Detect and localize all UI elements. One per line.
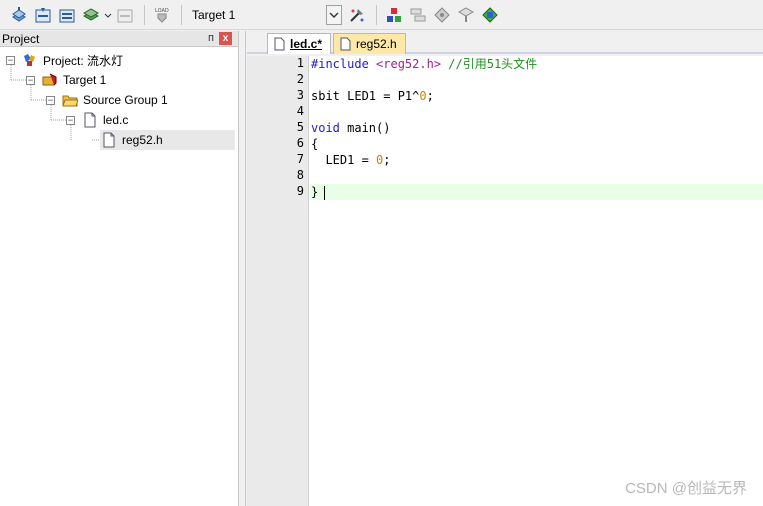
code-editor[interactable]: 1 2 3 4 5 6 7 8 9 #include <reg52.h> //引…: [247, 56, 763, 506]
tab-label: led.c*: [290, 37, 323, 51]
code-text: sbit LED1 = P1^: [311, 89, 420, 103]
uvision-window: LOAD Target 1 Project ᴨ x − Project: 流水灯…: [0, 0, 763, 506]
batch-build-icon[interactable]: [80, 4, 102, 26]
chevron-down-icon[interactable]: [104, 4, 112, 26]
code-text: ;: [426, 89, 434, 103]
line-number: 3: [296, 88, 304, 102]
select-packs-icon[interactable]: [431, 4, 453, 26]
toolbar: LOAD Target 1: [0, 0, 763, 30]
include-path: <reg52.h>: [376, 57, 442, 71]
code-line-3[interactable]: sbit LED1 = P1^0;: [310, 88, 763, 104]
code-line-2[interactable]: [310, 72, 763, 88]
rebuild-icon[interactable]: [56, 4, 78, 26]
code-text: ;: [383, 153, 391, 167]
toolbar-separator: [181, 4, 182, 25]
file-icon: [340, 37, 352, 54]
code-line-8[interactable]: [310, 168, 763, 184]
rte-icon[interactable]: [479, 4, 501, 26]
code-line-4[interactable]: [310, 104, 763, 120]
pack-installer-icon[interactable]: [455, 4, 477, 26]
code-text: {: [311, 137, 319, 151]
file-extensions-icon[interactable]: [407, 4, 429, 26]
file-icon: [274, 37, 286, 54]
code-line-6[interactable]: {: [310, 136, 763, 152]
code-text: main(): [339, 121, 391, 135]
toolbar-separator: [376, 4, 377, 25]
comment: //引用51头文件: [441, 57, 538, 71]
line-number: 7: [296, 152, 304, 166]
svg-text:LOAD: LOAD: [155, 8, 169, 14]
line-number: 2: [296, 72, 304, 86]
keyword: void: [311, 121, 340, 135]
build-icon[interactable]: [32, 4, 54, 26]
code-text: }: [311, 185, 319, 199]
line-number: 1: [296, 56, 304, 70]
tab-led-c[interactable]: led.c*: [267, 33, 332, 54]
code-line-7[interactable]: LED1 = 0;: [310, 152, 763, 168]
code-line-9[interactable]: }: [310, 184, 763, 200]
project-panel: Project ᴨ x − Project: 流水灯 − Target 1 − …: [0, 31, 239, 506]
code-text: LED1 =: [311, 153, 377, 167]
stop-build-icon[interactable]: [114, 4, 136, 26]
code-line-5[interactable]: void main(): [310, 120, 763, 136]
number-literal: 0: [419, 89, 427, 103]
translate-icon[interactable]: [8, 4, 30, 26]
watermark: CSDN @创益无界: [625, 480, 747, 497]
line-number: 8: [296, 168, 304, 182]
line-number: 4: [296, 104, 304, 118]
line-number: 5: [296, 120, 304, 134]
manage-components-icon[interactable]: [383, 4, 405, 26]
preprocessor: #include: [311, 57, 377, 71]
tab-label: reg52.h: [356, 37, 397, 51]
tab-reg52-h[interactable]: reg52.h: [333, 33, 406, 54]
target-select-value: Target 1: [192, 7, 236, 22]
download-icon[interactable]: LOAD: [151, 4, 173, 26]
editor-tabs: led.c* reg52.h: [247, 31, 763, 54]
toolbar-separator: [144, 4, 145, 25]
tree-connector-lines: [10, 65, 100, 141]
panel-splitter[interactable]: [239, 31, 246, 506]
chevron-down-icon[interactable]: [326, 4, 342, 25]
target-select[interactable]: Target 1: [190, 4, 342, 25]
target-options-icon[interactable]: [346, 4, 368, 26]
code-line-1[interactable]: #include <reg52.h> //引用51头文件: [310, 56, 763, 72]
line-number: 6: [296, 136, 304, 150]
line-number: 9: [296, 184, 304, 198]
line-number-gutter: 1 2 3 4 5 6 7 8 9: [247, 56, 309, 506]
text-caret: [324, 185, 326, 200]
